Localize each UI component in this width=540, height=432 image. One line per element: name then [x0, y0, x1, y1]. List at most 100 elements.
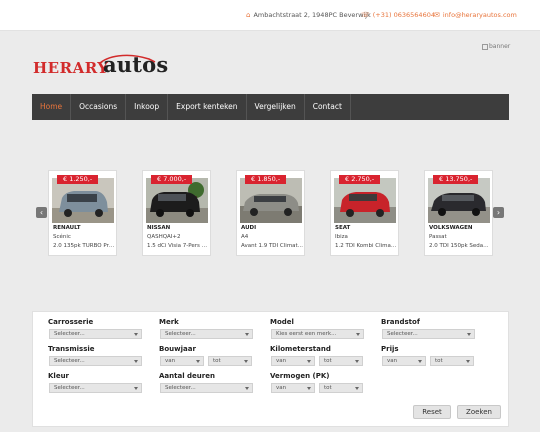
car-photo[interactable]: [52, 178, 114, 223]
chevron-down-icon: [134, 360, 138, 363]
vermogen-from-value: van: [276, 385, 287, 391]
email-text[interactable]: info@heraryautos.com: [443, 11, 517, 19]
chevron-down-icon: [355, 360, 359, 363]
reset-button[interactable]: Reset: [413, 405, 451, 419]
car-carousel: ‹ € 1.250,- RENAULT Scénic 2.0 135pk TUR…: [32, 170, 509, 258]
chevron-down-icon: [245, 387, 249, 390]
car-photo[interactable]: [428, 178, 490, 223]
price-tag: € 7.000,-: [151, 175, 193, 184]
phone-text[interactable]: (+31) 0636564604: [373, 11, 435, 19]
car-card[interactable]: € 1.850,- AUDI A4 Avant 1.9 TDI Climat..…: [236, 170, 305, 256]
prijs-from-value: van: [387, 358, 398, 364]
nav-contact[interactable]: Contact: [305, 94, 351, 120]
car-photo[interactable]: [334, 178, 396, 223]
email[interactable]: ✉ info@heraryautos.com: [434, 11, 517, 19]
prijs-to-value: tot: [435, 358, 443, 364]
price-tag: € 1.250,-: [57, 175, 99, 184]
search-button[interactable]: Zoeken: [457, 405, 501, 419]
kilometerstand-from-select[interactable]: van: [271, 356, 315, 366]
aantal-deuren-value: Selecteer...: [165, 385, 196, 391]
filter-label-merk: Merk: [159, 318, 179, 326]
phone[interactable]: ☏ (+31) 0636564604: [361, 11, 435, 19]
chevron-down-icon: [467, 333, 471, 336]
nav-inkoop[interactable]: Inkoop: [126, 94, 169, 120]
filter-label-kleur: Kleur: [48, 372, 70, 380]
chevron-down-icon: [466, 360, 470, 363]
price-tag: € 2.750,-: [339, 175, 381, 184]
car-model: A4: [241, 234, 249, 240]
chevron-down-icon: [134, 333, 138, 336]
broken-image-icon: [482, 43, 488, 50]
filter-label-model: Model: [270, 318, 294, 326]
nav-occasions[interactable]: Occasions: [71, 94, 127, 120]
brandstof-value: Selecteer...: [387, 331, 418, 337]
site-logo[interactable]: HERARY autos: [33, 52, 183, 81]
search-filters: Carrosserie Selecteer... Merk Selecteer.…: [32, 311, 509, 427]
kleur-select[interactable]: Selecteer...: [49, 383, 142, 393]
filter-label-vermogen: Vermogen (PK): [270, 372, 330, 380]
prijs-to-select[interactable]: tot: [430, 356, 474, 366]
car-model: QASHQAI+2: [147, 234, 181, 240]
top-bar: ⌂ Ambachtstraat 2, 1948PC Beverwijk ☏ (+…: [0, 0, 540, 31]
mail-icon: ✉: [434, 11, 440, 19]
bouwjaar-from-select[interactable]: van: [160, 356, 204, 366]
chevron-down-icon: [418, 360, 422, 363]
banner-image: banner: [482, 43, 510, 50]
transmissie-select[interactable]: Selecteer...: [49, 356, 142, 366]
bouwjaar-to-value: tot: [213, 358, 221, 364]
car-description: Avant 1.9 TDI Climat...: [241, 243, 303, 249]
chevron-down-icon: [244, 360, 248, 363]
car-description: 2.0 TDI 150pk Sedan...: [429, 243, 491, 249]
aantal-deuren-select[interactable]: Selecteer...: [160, 383, 253, 393]
main-nav: Home Occasions Inkoop Export kenteken Ve…: [32, 94, 509, 120]
merk-select[interactable]: Selecteer...: [160, 329, 253, 339]
chevron-down-icon: [307, 360, 311, 363]
price-tag: € 1.850,-: [245, 175, 287, 184]
kilometerstand-to-select[interactable]: tot: [319, 356, 363, 366]
vermogen-from-select[interactable]: van: [271, 383, 315, 393]
bouwjaar-to-select[interactable]: tot: [208, 356, 252, 366]
carrosserie-select[interactable]: Selecteer...: [49, 329, 142, 339]
car-photo[interactable]: [146, 178, 208, 223]
model-select[interactable]: Kies eerst een merk...: [271, 329, 364, 339]
bouwjaar-from-value: van: [165, 358, 176, 364]
carousel-next-button[interactable]: ›: [493, 207, 504, 218]
car-model: Scénic: [53, 234, 71, 240]
carrosserie-value: Selecteer...: [54, 331, 85, 337]
merk-value: Selecteer...: [165, 331, 196, 337]
home-icon: ⌂: [246, 11, 251, 19]
address: ⌂ Ambachtstraat 2, 1948PC Beverwijk: [246, 11, 371, 19]
filter-label-kilometerstand: Kilometerstand: [270, 345, 331, 353]
nav-export-kenteken[interactable]: Export kenteken: [168, 94, 247, 120]
prijs-from-select[interactable]: van: [382, 356, 426, 366]
car-make: AUDI: [241, 225, 257, 231]
phone-icon: ☏: [361, 11, 370, 19]
car-model: Ibiza: [335, 234, 348, 240]
vermogen-to-select[interactable]: tot: [319, 383, 363, 393]
chevron-down-icon: [245, 333, 249, 336]
chevron-down-icon: [196, 360, 200, 363]
car-make: VOLKSWAGEN: [429, 225, 473, 231]
car-card[interactable]: € 13.750,- VOLKSWAGEN Passat 2.0 TDI 150…: [424, 170, 493, 256]
car-description: 1.2 TDI Kombi Climat...: [335, 243, 397, 249]
logo-text-primary: HERARY: [33, 59, 109, 77]
nav-home[interactable]: Home: [32, 94, 72, 120]
car-photo[interactable]: [240, 178, 302, 223]
vermogen-to-value: tot: [324, 385, 332, 391]
nav-vergelijken[interactable]: Vergelijken: [247, 94, 305, 120]
car-card[interactable]: € 1.250,- RENAULT Scénic 2.0 135pk TURBO…: [48, 170, 117, 256]
filter-label-carrosserie: Carrosserie: [48, 318, 94, 326]
transmissie-value: Selecteer...: [54, 358, 85, 364]
filter-label-brandstof: Brandstof: [381, 318, 420, 326]
car-card[interactable]: € 7.000,- NISSAN QASHQAI+2 1.5 dCi Visia…: [142, 170, 211, 256]
kilometerstand-to-value: tot: [324, 358, 332, 364]
car-model: Passat: [429, 234, 447, 240]
chevron-down-icon: [355, 387, 359, 390]
banner-alt-text: banner: [489, 43, 511, 50]
car-description: 1.5 dCi Visia 7-Pers 1...: [147, 243, 209, 249]
filter-label-aantal-deuren: Aantal deuren: [159, 372, 215, 380]
chevron-down-icon: [356, 333, 360, 336]
car-card[interactable]: € 2.750,- SEAT Ibiza 1.2 TDI Kombi Clima…: [330, 170, 399, 256]
carousel-prev-button[interactable]: ‹: [36, 207, 47, 218]
brandstof-select[interactable]: Selecteer...: [382, 329, 475, 339]
